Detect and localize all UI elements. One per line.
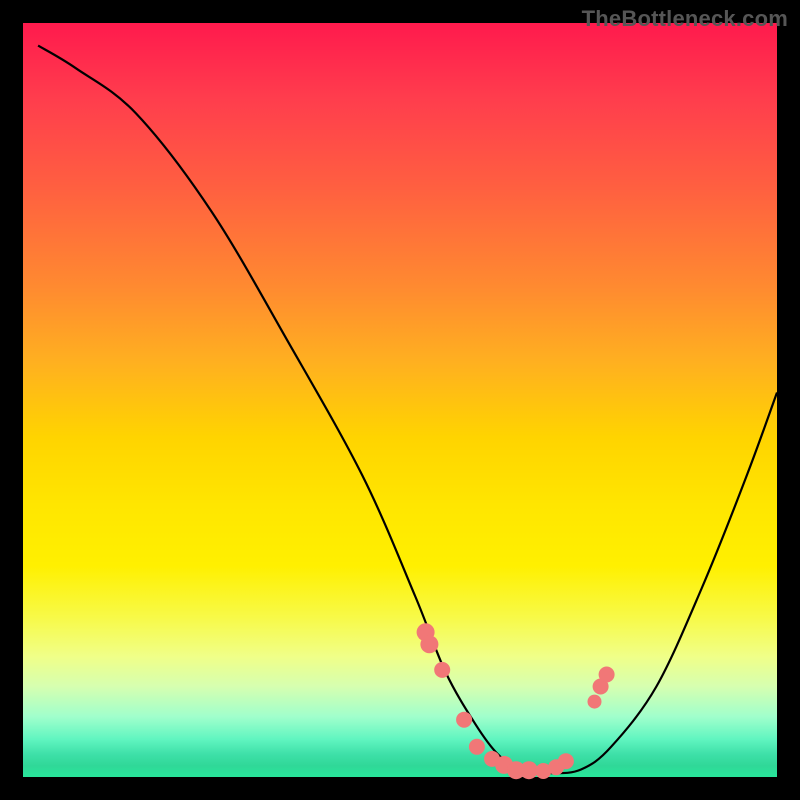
bead-point <box>469 739 485 755</box>
bead-point <box>599 667 615 683</box>
bead-point <box>420 635 438 653</box>
bottleneck-curve <box>38 46 777 774</box>
bead-point <box>588 695 602 709</box>
bead-point <box>520 761 538 779</box>
chart-container: TheBottleneck.com <box>0 0 800 800</box>
bead-point <box>558 753 574 769</box>
bead-point <box>434 662 450 678</box>
bead-point <box>456 712 472 728</box>
chart-overlay <box>23 23 777 777</box>
bead-group <box>417 623 615 779</box>
